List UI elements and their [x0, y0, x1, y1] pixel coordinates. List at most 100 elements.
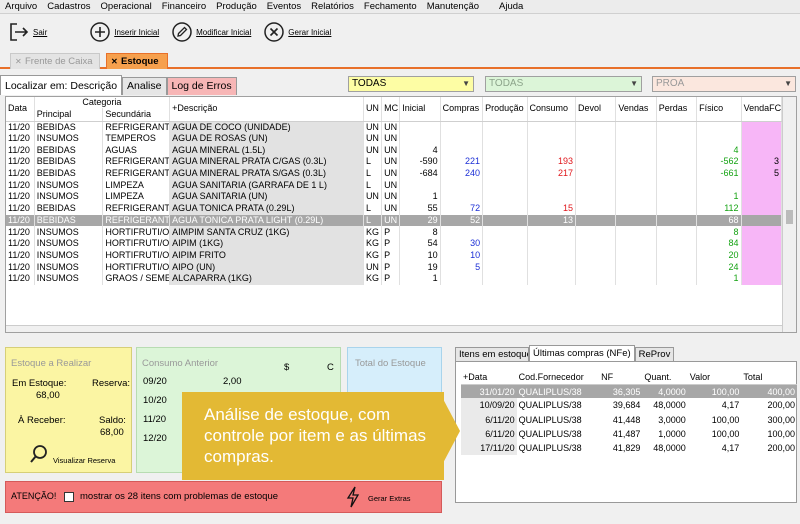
- close-icon[interactable]: ✕: [111, 54, 118, 70]
- cell-nf: 41,829: [612, 443, 641, 454]
- generate-extras-button[interactable]: Gerar Extras: [346, 486, 411, 511]
- col-data[interactable]: Data: [6, 97, 35, 122]
- table-row[interactable]: 11/20 BEBIDAS REFRIGERANTE AGUA MINERAL PRA…: [6, 156, 783, 168]
- cell-producao: [482, 214, 528, 227]
- table-row[interactable]: 11/20 BEBIDAS AGUAS AGUA MINERAL (1.5L) UN UN…: [6, 144, 783, 157]
- cell-fisico: [696, 179, 742, 192]
- cell-producao: [482, 191, 528, 203]
- table-row[interactable]: 11/20 BEBIDAS REFRIGERANTE AGUA DE COCO (UN…: [6, 121, 783, 133]
- exit-button[interactable]: Sair: [8, 21, 47, 43]
- tab-frente-de-caixa[interactable]: ✕ Frente de Caixa: [10, 53, 100, 69]
- last-purchases-grid[interactable]: +Data Cod.Fornecedor NF Quant. Valor Tot…: [455, 361, 797, 503]
- cell-descricao: AGUA SANITARIA (UN): [169, 191, 364, 203]
- table-row[interactable]: 10/09/20 QUALIPLUS/38 39,684 48,0000 4,17 200…: [461, 398, 797, 413]
- col-fisico[interactable]: Físico: [696, 97, 742, 122]
- cell-vendas: [615, 202, 657, 215]
- tab-analise[interactable]: Analise: [122, 77, 167, 95]
- col-perdas[interactable]: Perdas: [656, 97, 698, 122]
- col-valor[interactable]: Valor: [687, 370, 742, 385]
- cell-mc: P: [381, 261, 401, 273]
- table-row[interactable]: 11/20 BEBIDAS REFRIGERANTE AGUA TONICA PRAT…: [6, 202, 783, 215]
- menu-item-3[interactable]: Financeiro: [157, 0, 211, 13]
- filter-dropdown-1[interactable]: TODAS ▼: [348, 76, 474, 92]
- modify-initial-button[interactable]: Modificar Inicial: [171, 21, 251, 43]
- col-cod-fornecedor[interactable]: Cod.Fornecedor: [516, 370, 600, 385]
- view-reserve-button[interactable]: Visualizar Reserva: [28, 443, 115, 468]
- table-row[interactable]: 11/20 INSUMOS HORTIFRUTI/OL AIMPIM SANTA CR…: [6, 226, 783, 238]
- col-secundaria[interactable]: Secundária: [102, 108, 171, 122]
- table-row[interactable]: 6/11/20 QUALIPLUS/38 41,487 1,0000 100,00 100…: [461, 426, 797, 441]
- close-icon[interactable]: ✕: [15, 54, 22, 70]
- table-row[interactable]: 11/20 INSUMOS HORTIFRUTI/OL AIPO (UN) UN P 19 5…: [6, 261, 783, 273]
- filter-dropdown-2[interactable]: TODAS ▼: [485, 76, 642, 92]
- col-vendas[interactable]: Vendas: [615, 97, 657, 122]
- table-row[interactable]: 11/20 INSUMOS LIMPEZA AGUA SANITARIA (GARRA…: [6, 179, 783, 192]
- scroll-thumb[interactable]: [786, 210, 793, 224]
- tab-itens-em-estoque[interactable]: Itens em estoque: [455, 347, 529, 361]
- insert-initial-button[interactable]: Inserir Inicial: [89, 21, 159, 43]
- cell-vendafc: [741, 132, 783, 145]
- cell-producao: [482, 261, 528, 273]
- table-row[interactable]: 17/11/20 QUALIPLUS/38 41,829 48,0000 4,17 200…: [461, 440, 797, 456]
- col-consumo[interactable]: Consumo: [527, 97, 576, 122]
- col-quant[interactable]: Quant.: [642, 370, 688, 385]
- stock-grid[interactable]: Data Categoria +Descrição UN MC Inicial …: [5, 96, 797, 333]
- col-nf[interactable]: NF: [599, 370, 643, 385]
- cell-principal: INSUMOS: [34, 132, 104, 145]
- menu-item-4[interactable]: Produção: [211, 0, 262, 13]
- table-row[interactable]: 31/01/20 QUALIPLUS/38 36,305 4,0000 100,00 40…: [461, 384, 797, 399]
- col-total[interactable]: Total: [741, 370, 797, 385]
- cell-secundaria: HORTIFRUTI/OL: [102, 249, 171, 262]
- menu-item-9[interactable]: Ajuda: [494, 0, 528, 13]
- table-row[interactable]: 11/20 BEBIDAS REFRIGERANTE AGUA TONICA PRAT…: [6, 214, 783, 227]
- vertical-scrollbar[interactable]: [782, 97, 796, 332]
- menu-item-5[interactable]: Eventos: [262, 0, 306, 13]
- cell-principal: BEBIDAS: [34, 156, 104, 168]
- col-data[interactable]: +Data: [461, 370, 517, 385]
- col-compras[interactable]: Compras: [440, 97, 484, 122]
- col-principal[interactable]: Principal: [34, 108, 104, 122]
- menu-item-8[interactable]: Manutenção: [422, 0, 484, 13]
- menu-item-0[interactable]: Arquivo: [0, 0, 42, 13]
- tab-log-de-erros[interactable]: Log de Erros: [166, 77, 237, 95]
- tab-localizar[interactable]: Localizar em: Descrição: [0, 75, 123, 95]
- col-inicial[interactable]: Inicial: [399, 97, 441, 122]
- table-row[interactable]: 11/20 BEBIDAS REFRIGERANTE AGUA MINERAL PRA…: [6, 167, 783, 180]
- menu-item-2[interactable]: Operacional: [96, 0, 157, 13]
- cell-secundaria: TEMPEROS: [102, 132, 171, 145]
- menu-item-7[interactable]: Fechamento: [359, 0, 422, 13]
- generate-initial-button[interactable]: Gerar Inicial: [263, 21, 331, 43]
- table-row[interactable]: 11/20 INSUMOS HORTIFRUTI/OL AIPIM (1KG) KG P 5…: [6, 237, 783, 250]
- cell-vendafc: 5: [741, 167, 783, 180]
- table-row[interactable]: 11/20 INSUMOS HORTIFRUTI/OL AIPIM FRITO KG P 1…: [6, 249, 783, 262]
- table-row[interactable]: 6/11/20 QUALIPLUS/38 41,448 3,0000 100,00 300…: [461, 412, 797, 427]
- col-vendafc[interactable]: VendaFC: [741, 97, 783, 122]
- to-receive-label: À Receber:: [18, 415, 66, 426]
- tab-reprov[interactable]: ReProv: [634, 347, 675, 361]
- cell-mc: UN: [381, 179, 401, 192]
- tab-estoque[interactable]: ✕ Estoque: [106, 53, 168, 69]
- panel-title: Total do Estoque: [355, 358, 426, 369]
- cell-producao: [482, 167, 528, 180]
- cell-devol: [575, 179, 617, 192]
- cell-cod-fornecedor: QUALIPLUS/38: [516, 384, 600, 399]
- filter-dropdown-3[interactable]: PROA ▼: [652, 76, 796, 92]
- table-row[interactable]: 11/20 INSUMOS LIMPEZA AGUA SANITARIA (UN) UN…: [6, 191, 783, 203]
- col-descricao[interactable]: +Descrição: [169, 97, 364, 122]
- col-mc[interactable]: MC: [381, 97, 401, 122]
- col-producao[interactable]: Produção: [482, 97, 528, 122]
- cell-perdas: [656, 226, 698, 238]
- cell-inicial: 4: [399, 144, 441, 157]
- col-un[interactable]: UN: [363, 97, 383, 122]
- problems-checkbox[interactable]: [64, 492, 74, 502]
- horizontal-scrollbar[interactable]: [6, 325, 782, 332]
- table-row[interactable]: 11/20INSUMOSGRAOS / SEMENALCAPARRA (1KG)…: [6, 272, 783, 285]
- menu-item-1[interactable]: Cadastros: [42, 0, 95, 13]
- table-row[interactable]: 11/20 INSUMOS TEMPEROS AGUA DE ROSAS (UN) UN…: [6, 132, 783, 145]
- tab-ultimas-compras[interactable]: Últimas compras (NFe): [529, 345, 635, 361]
- menu-item-6[interactable]: Relatórios: [306, 0, 359, 13]
- col-devol[interactable]: Devol: [575, 97, 617, 122]
- cell-data: 11/20: [6, 179, 35, 192]
- cell-secundaria: REFRIGERANTE: [102, 167, 171, 180]
- cell-vendas: [615, 191, 657, 203]
